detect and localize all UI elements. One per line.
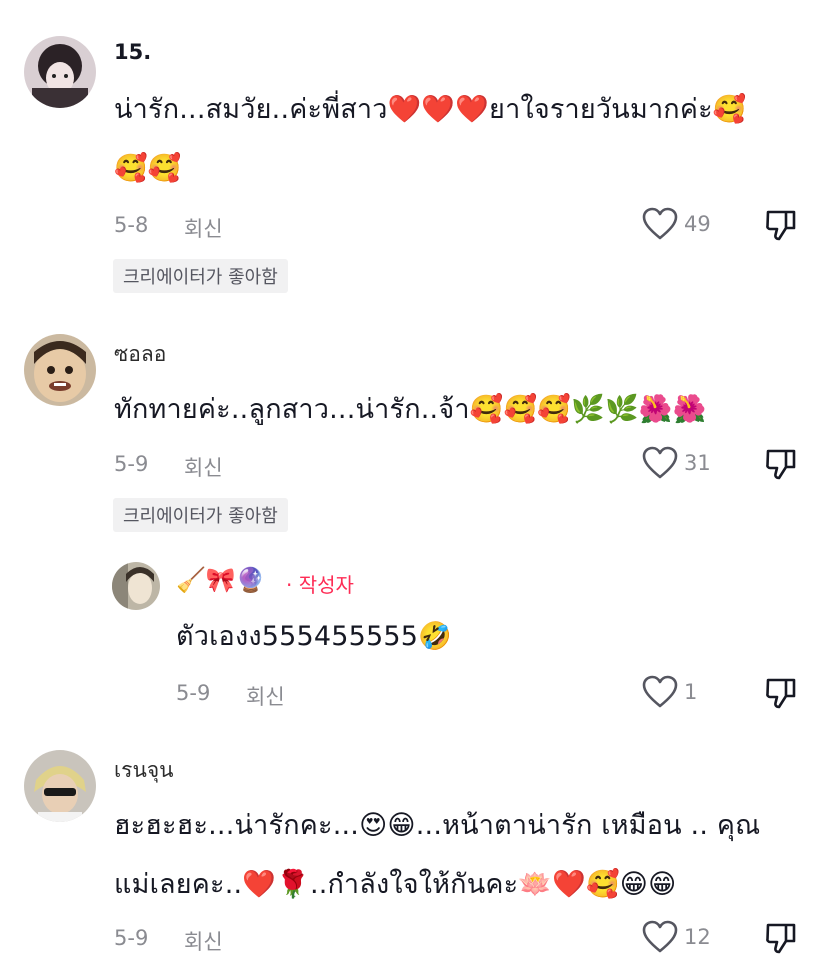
like-count: 12 bbox=[684, 925, 711, 949]
dislike-icon[interactable] bbox=[764, 676, 798, 710]
comment-text: น่ารัก...สมวัย..ค่ะพี่สาว❤️❤️❤️ยาใจรายวั… bbox=[114, 94, 747, 125]
username[interactable]: เรนจุน bbox=[114, 754, 173, 787]
heart-icon bbox=[642, 920, 678, 953]
comment-text: ฮะฮะฮะ...น่ารักคะ...😍😁...หน้าตาน่ารัก เห… bbox=[114, 810, 761, 841]
avatar[interactable] bbox=[24, 750, 96, 822]
heart-icon bbox=[642, 446, 678, 479]
creator-liked-badge: 크리에이터가 좋아함 bbox=[113, 259, 288, 293]
heart-icon bbox=[642, 207, 678, 240]
reply-button[interactable]: 회신 bbox=[184, 452, 223, 482]
comment-date: 5-9 bbox=[114, 452, 149, 476]
like-button[interactable]: 49 bbox=[642, 207, 711, 241]
dislike-icon[interactable] bbox=[764, 208, 798, 242]
comment-text: ตัวเองง555455555🤣 bbox=[176, 621, 452, 652]
reply-button[interactable]: 회신 bbox=[184, 213, 223, 243]
username[interactable]: ซอลอ bbox=[114, 338, 166, 371]
like-button[interactable]: 12 bbox=[642, 920, 711, 954]
comment-date: 5-8 bbox=[114, 213, 149, 237]
reply-button[interactable]: 회신 bbox=[246, 681, 285, 711]
avatar[interactable] bbox=[112, 562, 160, 610]
like-count: 1 bbox=[684, 680, 698, 704]
like-count: 31 bbox=[684, 451, 711, 475]
username[interactable]: 15. bbox=[114, 40, 151, 64]
creator-liked-badge: 크리에이터가 좋아함 bbox=[113, 498, 288, 532]
avatar[interactable] bbox=[24, 334, 96, 406]
like-button[interactable]: 1 bbox=[642, 675, 697, 709]
dislike-icon[interactable] bbox=[764, 447, 798, 481]
comment-date: 5-9 bbox=[176, 681, 211, 705]
comment-text: ทักทายค่ะ..ลูกสาว...น่ารัก..จ้า🥰🥰🥰🌿🌿🌺🌺 bbox=[114, 394, 707, 425]
comment-text-continued: 🥰🥰 bbox=[114, 153, 182, 184]
comment-text-continued: แม่เลยคะ..❤️🌹..กำลังใจให้กันคะ🪷❤️🥰😁😁 bbox=[114, 869, 677, 900]
reply-button[interactable]: 회신 bbox=[184, 926, 223, 956]
like-button[interactable]: 31 bbox=[642, 446, 711, 480]
comment-date: 5-9 bbox=[114, 926, 149, 950]
heart-icon bbox=[642, 675, 678, 708]
author-username[interactable]: 🧹🎀🔮 bbox=[176, 566, 266, 594]
author-tag: · 작성자 bbox=[286, 573, 354, 597]
like-count: 49 bbox=[684, 212, 711, 236]
dislike-icon[interactable] bbox=[764, 921, 798, 955]
avatar[interactable] bbox=[24, 36, 96, 108]
